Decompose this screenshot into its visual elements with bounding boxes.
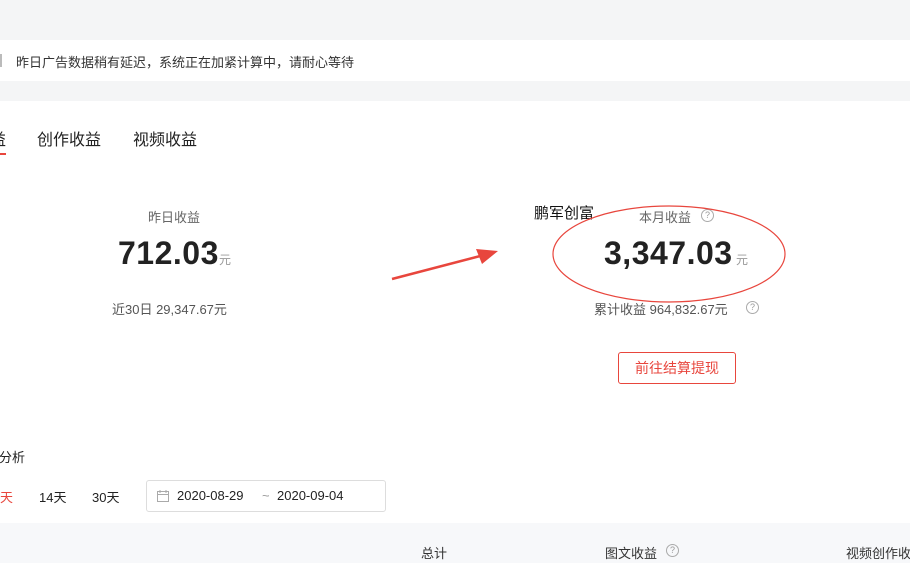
yesterday-earnings-value: 712.03 — [118, 235, 219, 271]
period-30-days[interactable]: 30天 — [92, 487, 119, 506]
table-header: 总计 图文收益 ? 视频创作收 — [0, 523, 910, 563]
date-separator: ~ — [262, 488, 270, 503]
column-header-article-earnings: 图文收益 — [605, 546, 658, 561]
date-end: 2020-09-04 — [277, 488, 344, 503]
date-start: 2020-08-29 — [177, 488, 244, 503]
period-7-days[interactable]: 天 — [0, 487, 13, 506]
circle-annotation-icon — [552, 205, 786, 303]
column-header-video-earnings: 视频创作收 — [846, 546, 910, 561]
date-range-picker[interactable]: 2020-08-29 ~ 2020-09-04 — [146, 480, 386, 512]
notice-text: 昨日广告数据稍有延迟，系统正在加紧计算中，请耐心等待 — [16, 55, 355, 70]
earnings-panel: 益 创作收益 视频收益 昨日收益 712.03 元 近30日 29,347.67… — [0, 101, 910, 563]
cumulative-earnings: 累计收益 964,832.67元 — [594, 302, 728, 317]
calendar-icon — [157, 490, 169, 502]
yesterday-earnings-unit: 元 — [219, 253, 232, 267]
arrow-annotation-icon — [391, 249, 498, 281]
tab-video-earnings[interactable]: 视频收益 — [133, 126, 197, 150]
period-14-days[interactable]: 14天 — [39, 487, 66, 506]
tab-overview[interactable]: 益 — [0, 126, 6, 150]
last-30-days-earnings: 近30日 29,347.67元 — [112, 302, 227, 317]
analysis-section-title: 分析 — [0, 450, 26, 465]
notice-bar: 昨日广告数据稍有延迟，系统正在加紧计算中，请耐心等待 — [0, 40, 910, 81]
article-earnings-help-icon[interactable]: ? — [666, 544, 679, 557]
notice-marker — [0, 54, 2, 67]
tab-creation-earnings[interactable]: 创作收益 — [37, 126, 101, 150]
active-tab-underline — [0, 153, 6, 155]
withdraw-button[interactable]: 前往结算提现 — [618, 352, 736, 384]
yesterday-earnings-label: 昨日收益 — [148, 210, 201, 225]
column-header-total: 总计 — [421, 546, 448, 561]
cumulative-earnings-help-icon[interactable]: ? — [746, 301, 759, 314]
